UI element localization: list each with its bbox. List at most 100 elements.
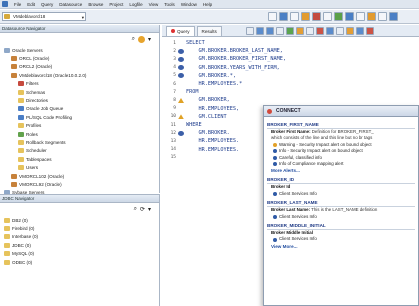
menu-item-window[interactable]: Window (181, 2, 197, 7)
menu-item-edit[interactable]: Edit (27, 2, 35, 7)
chevron-down-icon[interactable]: ▾ (82, 14, 84, 22)
search-icon[interactable]: ⌕ (134, 206, 137, 213)
stop-button[interactable] (312, 12, 321, 21)
tree-item[interactable]: Oracle Job Queue (0, 105, 159, 113)
toolbar-button[interactable] (326, 27, 334, 35)
tree-item[interactable]: DB2 (0) (0, 216, 159, 224)
run-button[interactable] (334, 12, 343, 21)
tree-item-label: Interbase (0) (12, 234, 39, 240)
info-text: Client Services Info (279, 236, 317, 242)
toolbar-button[interactable] (389, 12, 398, 21)
code-line[interactable]: 6 HR.EMPLOYEES.* (162, 80, 419, 88)
tree-item[interactable]: Firebird (0) (0, 224, 159, 232)
toolbar-button[interactable] (296, 27, 304, 35)
tree-item[interactable]: ODBC (0) (0, 258, 159, 266)
new-query-button[interactable] (268, 12, 277, 21)
refresh-icon[interactable]: ⟳ (140, 206, 145, 213)
line-gutter (178, 123, 184, 128)
code-line[interactable]: 8 GM.BROKER, (162, 96, 419, 104)
tree-item[interactable]: Interbase (0) (0, 233, 159, 241)
previous-button[interactable] (256, 27, 264, 35)
tree-item[interactable]: Schemas (0, 88, 159, 96)
line-number: 13 (170, 138, 176, 144)
tree-item[interactable]: VMdeblavorcl18 (Oracle10.0.2.0) (0, 71, 159, 79)
tree-item[interactable]: Users (0, 163, 159, 171)
menu-item-datasource[interactable]: Datasource (59, 2, 82, 7)
tab-query[interactable]: Query (166, 25, 195, 36)
toolbar-button[interactable] (346, 27, 354, 35)
tree-item-label: Filters (26, 81, 39, 87)
settings-icon[interactable] (137, 35, 145, 43)
tree-item[interactable]: Tablespaces (0, 155, 159, 163)
tree-item[interactable]: ORCL (Oracle) (0, 54, 159, 62)
info-marker-icon[interactable] (178, 48, 184, 54)
code-line[interactable]: 1 SELECT (162, 39, 419, 47)
tree-item[interactable]: ORCL2 (Oracle) (0, 63, 159, 71)
toolbar-button[interactable] (378, 12, 387, 21)
tree-item[interactable]: Scheduler (0, 147, 159, 155)
dropdown-icon[interactable]: ▾ (148, 206, 151, 213)
tab-results[interactable]: Results (196, 25, 222, 36)
code-line[interactable]: 2 GM.BROKER.BROKER_LAST_NAME, (162, 47, 419, 55)
folder-icon (18, 148, 24, 154)
info-item[interactable]: Client Services Info (267, 191, 415, 197)
line-number: 5 (173, 73, 176, 79)
toolbar-button[interactable] (323, 12, 332, 21)
tree-item[interactable]: VMORCL92 (Oracle) (0, 180, 159, 188)
menu-item-tools[interactable]: Tools (164, 2, 175, 7)
toolbar-button[interactable] (316, 27, 324, 35)
explain-button[interactable] (345, 12, 354, 21)
tree-item[interactable]: PL/SQL Code Profiling (0, 113, 159, 121)
code-line[interactable]: 4 GM.BROKER.YEARS_WITH_FIRM, (162, 64, 419, 72)
menu-item-file[interactable]: File (14, 2, 21, 7)
more-alerts-link[interactable]: More Alerts... (267, 167, 415, 174)
tree-item[interactable]: VMORCL102 (Oracle) (0, 172, 159, 180)
tree-item[interactable]: Directories (0, 96, 159, 104)
format-button[interactable] (301, 12, 310, 21)
menu-item-logfile[interactable]: Logfile (129, 2, 142, 7)
code-line[interactable]: 5 GM.BROKER.*, (162, 72, 419, 80)
menu-item-browse[interactable]: Browse (88, 2, 103, 7)
code-line[interactable]: 7 FROM (162, 88, 419, 96)
menu-item-view[interactable]: View (149, 2, 159, 7)
first-button[interactable] (246, 27, 254, 35)
tree-item[interactable]: Filters (0, 80, 159, 88)
tree-item-label: Oracle Servers (12, 47, 43, 53)
code-line[interactable]: 3 GM.BROKER.BROKER_FIRST_NAME, (162, 55, 419, 63)
folder-icon (18, 123, 24, 129)
tree-item-label: Users (26, 165, 38, 171)
info-item[interactable]: Client Services Info (267, 214, 415, 220)
tree-item[interactable]: Profiles (0, 122, 159, 130)
menu-item-project[interactable]: Project (109, 2, 123, 7)
toolbar-button[interactable] (336, 27, 344, 35)
dropdown-icon[interactable]: ▾ (148, 36, 151, 43)
toolbar-button[interactable] (306, 27, 314, 35)
folder-icon (18, 114, 24, 120)
tree-item[interactable]: Oracle Servers (0, 46, 159, 54)
next-button[interactable] (266, 27, 274, 35)
tree-item[interactable]: Roles (0, 130, 159, 138)
app-icon (2, 1, 8, 7)
view-more-link[interactable]: View More... (267, 243, 415, 250)
toolbar-button[interactable] (366, 27, 374, 35)
info-marker-icon[interactable] (178, 73, 184, 79)
last-button[interactable] (276, 27, 284, 35)
warning-marker-icon[interactable] (178, 97, 184, 103)
info-marker-icon[interactable] (178, 130, 184, 136)
search-icon[interactable]: ⌕ (132, 36, 135, 43)
toolbar-button[interactable] (356, 12, 365, 21)
info-marker-icon[interactable] (178, 56, 184, 62)
tree-item[interactable]: Rollback Segments (0, 138, 159, 146)
toolbar-button[interactable] (356, 27, 364, 35)
tree-item[interactable]: JDBC (0) (0, 241, 159, 249)
save-button[interactable] (279, 12, 288, 21)
toolbar-button[interactable] (367, 12, 376, 21)
warning-marker-icon[interactable] (178, 114, 184, 120)
copy-button[interactable] (290, 12, 299, 21)
connection-select[interactable]: VMdeblavorcl18 ▾ (2, 12, 86, 21)
menu-item-query[interactable]: Query (41, 2, 53, 7)
tree-item[interactable]: MySQL (0) (0, 250, 159, 258)
menu-item-help[interactable]: Help (203, 2, 212, 7)
execute-button[interactable] (286, 27, 294, 35)
info-marker-icon[interactable] (178, 65, 184, 71)
